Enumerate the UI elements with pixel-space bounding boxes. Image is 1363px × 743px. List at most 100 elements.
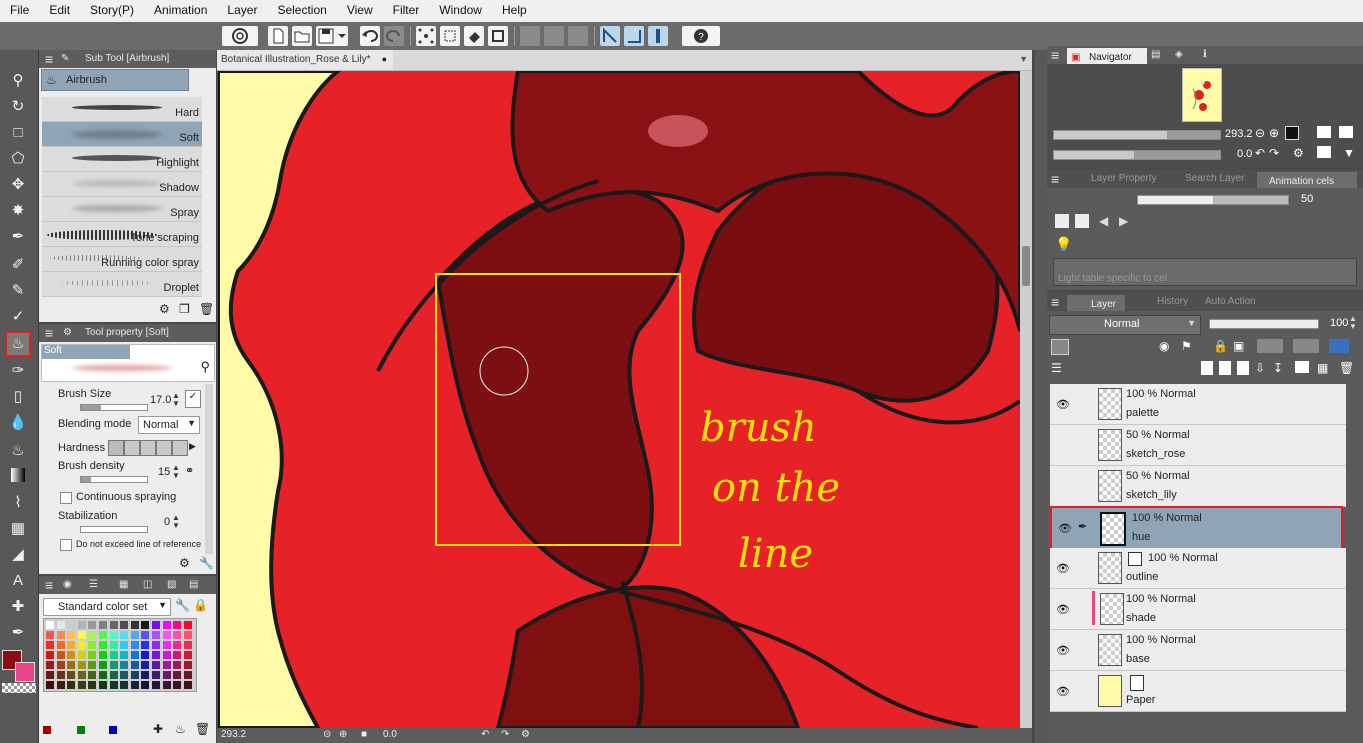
navigator-angle-value[interactable]: 0.0: [1237, 148, 1252, 160]
menu-icon[interactable]: ≡: [1051, 293, 1059, 311]
color-swatch[interactable]: [88, 641, 97, 649]
color-swatch[interactable]: [141, 671, 150, 679]
navigator-zoom-slider[interactable]: [1053, 130, 1221, 140]
stabilization-slider[interactable]: [80, 526, 148, 533]
cel-opacity-value[interactable]: 50: [1301, 193, 1313, 205]
apply-mask-icon[interactable]: ▦: [1317, 361, 1328, 375]
color-swatch[interactable]: [162, 651, 171, 659]
navigator-tab[interactable]: ▣ Navigator: [1067, 48, 1147, 64]
stabilization-value[interactable]: 0: [164, 516, 170, 528]
eye-icon[interactable]: 👁: [1058, 522, 1072, 535]
add-color-icon[interactable]: ✚: [153, 722, 163, 736]
color-swatch[interactable]: [109, 681, 118, 689]
light-table-input[interactable]: Light table specific to cel: [1053, 258, 1357, 286]
eye-icon[interactable]: 👁: [1056, 398, 1070, 411]
color-swatch[interactable]: [46, 681, 54, 689]
color-swatch[interactable]: [56, 631, 65, 639]
color-swatch[interactable]: [109, 621, 118, 629]
color-swatch[interactable]: [77, 671, 86, 679]
flip-icon[interactable]: ▼: [1343, 146, 1355, 160]
menu-icon[interactable]: ≡: [45, 576, 53, 594]
navigator-zoom-value[interactable]: 293.2: [1225, 128, 1253, 140]
lock-icon[interactable]: 🔒: [193, 598, 208, 612]
color-swatch[interactable]: [173, 651, 182, 659]
menu-selection[interactable]: Selection: [267, 0, 336, 22]
color-swatch[interactable]: [173, 661, 182, 669]
menu-icon[interactable]: ≡: [1051, 46, 1059, 64]
show-selection-icon[interactable]: [568, 26, 588, 46]
cel-opacity-slider[interactable]: [1137, 195, 1289, 205]
brush-size-value[interactable]: 17.0: [150, 394, 171, 406]
replace-color-icon[interactable]: ♨: [175, 722, 186, 736]
hardness-1[interactable]: [108, 440, 124, 456]
color-swatch[interactable]: [56, 621, 65, 629]
property-scrollbar[interactable]: [205, 384, 213, 564]
color-swatch[interactable]: [183, 651, 192, 659]
clip-studio-icon[interactable]: [222, 26, 258, 46]
selection-icon[interactable]: ⬠: [7, 148, 29, 170]
sub-tool-tab[interactable]: Sub Tool [Airbrush]: [85, 50, 169, 68]
color-swatch[interactable]: [183, 681, 192, 689]
color-swatch[interactable]: [173, 641, 182, 649]
color-swatch[interactable]: [162, 641, 171, 649]
menu-icon[interactable]: ≡: [1051, 170, 1059, 188]
layer-list-icon[interactable]: ☰: [1051, 361, 1062, 375]
brush-highlight[interactable]: Highlight: [42, 147, 202, 172]
deselect-icon[interactable]: [520, 26, 540, 46]
recent-color-2[interactable]: [77, 726, 85, 734]
transparent-color-swatch[interactable]: [2, 683, 36, 693]
opacity-stepper[interactable]: ▲ ▼: [1349, 315, 1359, 331]
color-swatch-grid[interactable]: [43, 618, 197, 692]
color-swatch[interactable]: [141, 631, 150, 639]
color-swatch[interactable]: [88, 661, 97, 669]
color-swatch[interactable]: [162, 631, 171, 639]
ruler-icon[interactable]: ◢: [7, 544, 29, 566]
color-set-select[interactable]: Standard color set ▼: [43, 598, 171, 616]
brush-icon[interactable]: ✓: [7, 306, 29, 328]
brush-spray[interactable]: Spray: [42, 197, 202, 222]
color-swatch[interactable]: [141, 641, 150, 649]
layer-palette[interactable]: 👁 100 % Normal palette: [1050, 384, 1346, 425]
new-cel-icon[interactable]: [1055, 214, 1069, 228]
info-tab-icon[interactable]: ℹ: [1203, 46, 1207, 64]
layer-sketch-rose[interactable]: 50 % Normal sketch_rose: [1050, 425, 1346, 466]
zoom-icon[interactable]: ⚲: [7, 70, 29, 92]
reference-layer-icon[interactable]: ⚑: [1181, 339, 1192, 353]
history-color-tab-icon[interactable]: ▤: [189, 576, 198, 594]
color-swatch[interactable]: [173, 681, 182, 689]
color-swatch[interactable]: [162, 621, 171, 629]
flip-horizontal-icon[interactable]: [1317, 126, 1331, 138]
color-swatch[interactable]: [56, 671, 65, 679]
brush-tone-scraping[interactable]: Tone scraping: [42, 222, 202, 247]
menu-icon[interactable]: ≡: [45, 50, 53, 68]
rotate-right-icon[interactable]: ↷: [1269, 146, 1279, 160]
color-swatch[interactable]: [152, 671, 160, 679]
fit-icon[interactable]: [1285, 126, 1299, 140]
zoom-out-icon[interactable]: ⊝: [323, 729, 331, 740]
color-swatch[interactable]: [141, 661, 150, 669]
layer-outline[interactable]: 👁 100 % Normal outline: [1050, 548, 1346, 589]
link-icon[interactable]: ⚭: [185, 464, 194, 477]
color-swatch[interactable]: [152, 681, 160, 689]
color-swatch[interactable]: [152, 651, 160, 659]
color-swatch[interactable]: [120, 641, 129, 649]
color-swatch[interactable]: [109, 641, 118, 649]
layer-base[interactable]: 👁 100 % Normal base: [1050, 630, 1346, 671]
redo-icon[interactable]: [384, 26, 404, 46]
sub-tool-group[interactable]: ♨ Airbrush: [41, 69, 189, 91]
color-swatch[interactable]: [130, 651, 139, 659]
hardness-2[interactable]: [124, 440, 140, 456]
lock-transparent-icon[interactable]: ▣: [1233, 339, 1244, 353]
previous-cel-icon[interactable]: ◀: [1099, 214, 1108, 228]
brush-hard[interactable]: Hard: [42, 97, 202, 122]
brush-density-slider[interactable]: [80, 476, 148, 483]
trash-icon[interactable]: 🗑: [195, 722, 210, 736]
menu-help[interactable]: Help: [492, 0, 537, 22]
trash-icon[interactable]: 🗑: [1339, 361, 1354, 375]
scroll-thumb[interactable]: [1022, 246, 1030, 286]
chevron-right-icon[interactable]: ▶: [189, 441, 196, 452]
eyedropper-icon[interactable]: ✒: [7, 226, 29, 248]
color-swatch[interactable]: [183, 671, 192, 679]
brush-size-slider[interactable]: [80, 404, 148, 411]
recent-color-3[interactable]: [109, 726, 117, 734]
